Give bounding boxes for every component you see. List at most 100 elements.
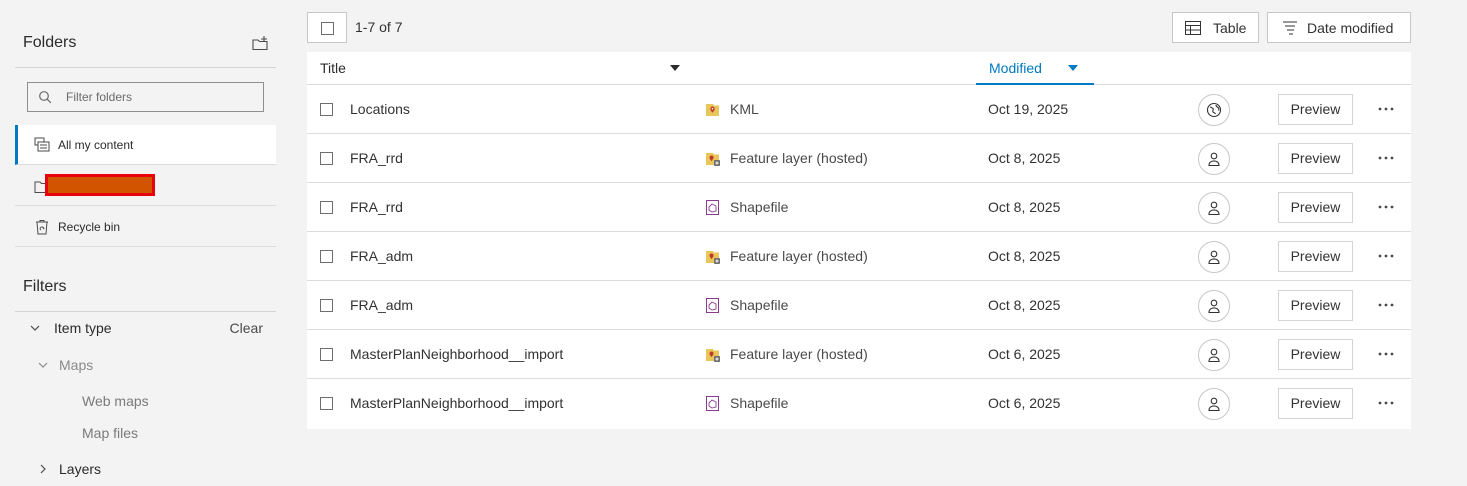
sharing-button[interactable]: [1198, 388, 1230, 420]
person-icon: [1208, 152, 1220, 167]
column-header-modified-label: Modified: [989, 60, 1042, 76]
filter-folders-input[interactable]: [66, 88, 256, 106]
preview-button[interactable]: Preview: [1278, 241, 1353, 272]
sharing-button[interactable]: [1198, 339, 1230, 371]
person-icon: [1208, 299, 1220, 314]
feature-layer-icon: [706, 349, 720, 362]
more-options-icon[interactable]: [1374, 344, 1398, 364]
item-count: 1-7 of 7: [355, 19, 403, 35]
folder-item-redacted[interactable]: [15, 166, 276, 206]
new-folder-button[interactable]: [250, 34, 270, 54]
item-modified-date: Oct 8, 2025: [988, 150, 1061, 166]
recycle-bin-icon: [36, 220, 48, 235]
item-modified-date: Oct 8, 2025: [988, 248, 1061, 264]
item-title-link[interactable]: FRA_adm: [350, 248, 413, 264]
kml-icon: [706, 104, 719, 116]
filter-web-maps[interactable]: Web maps: [15, 387, 276, 415]
item-type: Shapefile: [730, 395, 789, 411]
more-options-icon[interactable]: [1374, 246, 1398, 266]
row-checkbox[interactable]: [320, 397, 333, 410]
map-files-label: Map files: [82, 425, 139, 441]
table-row: FRA_adm Shapefile Oct 8, 2025 Preview: [307, 281, 1411, 330]
item-type: Feature layer (hosted): [730, 150, 868, 166]
shapefile-icon: [706, 396, 719, 411]
table-row: FRA_adm Feature layer (hosted) Oct 8, 2025…: [307, 232, 1411, 281]
layers-label: Layers: [59, 461, 102, 477]
table-row: FRA_rrd Shapefile Oct 8, 2025 Preview: [307, 183, 1411, 232]
content-table: Title Modified Locations KML Oct 19, 2025 P…: [307, 52, 1411, 429]
item-title-link[interactable]: Locations: [350, 101, 410, 117]
sort-icon: [1283, 21, 1297, 35]
more-options-icon[interactable]: [1374, 148, 1398, 168]
table-row: MasterPlanNeighborhood__import Shapefile O…: [307, 379, 1411, 428]
table-view-button[interactable]: Table: [1172, 12, 1259, 43]
column-header-title[interactable]: Title: [320, 60, 346, 76]
more-options-icon[interactable]: [1374, 393, 1398, 413]
item-modified-date: Oct 8, 2025: [988, 297, 1061, 313]
item-title-link[interactable]: MasterPlanNeighborhood__import: [350, 346, 563, 362]
redacted-folder-name: [45, 174, 155, 196]
preview-button[interactable]: Preview: [1278, 94, 1353, 125]
filter-map-files[interactable]: Map files: [15, 419, 276, 447]
more-options-icon[interactable]: [1374, 197, 1398, 217]
item-title-link[interactable]: MasterPlanNeighborhood__import: [350, 395, 563, 411]
sharing-button[interactable]: [1198, 94, 1230, 126]
select-all-checkbox[interactable]: [321, 22, 334, 35]
folder-item-all-content[interactable]: All my content: [15, 125, 276, 165]
feature-layer-icon: [706, 251, 720, 264]
sharing-button[interactable]: [1198, 143, 1230, 175]
table-header: Title Modified: [307, 52, 1411, 85]
person-icon: [1208, 201, 1220, 216]
clear-button[interactable]: Clear: [230, 320, 263, 336]
caret-down-icon: [1068, 65, 1078, 71]
more-options-icon[interactable]: [1374, 99, 1398, 119]
sharing-button[interactable]: [1198, 192, 1230, 224]
select-all-button[interactable]: [307, 12, 347, 43]
more-options-icon[interactable]: [1374, 295, 1398, 315]
preview-button[interactable]: Preview: [1278, 192, 1353, 223]
filters-title: Filters: [23, 278, 67, 295]
item-title-link[interactable]: FRA_adm: [350, 297, 413, 313]
item-modified-date: Oct 8, 2025: [988, 199, 1061, 215]
sidebar: Folders All my content: [15, 0, 276, 486]
folders-header: Folders: [15, 22, 276, 68]
preview-button[interactable]: Preview: [1278, 143, 1353, 174]
row-checkbox[interactable]: [320, 348, 333, 361]
preview-button[interactable]: Preview: [1278, 290, 1353, 321]
chevron-down-icon: [38, 362, 48, 368]
table-view-label: Table: [1213, 20, 1247, 36]
search-icon: [39, 91, 52, 104]
item-type: KML: [730, 101, 759, 117]
row-checkbox[interactable]: [320, 299, 333, 312]
item-modified-date: Oct 19, 2025: [988, 101, 1069, 117]
feature-layer-icon: [706, 153, 720, 166]
filters-header: Filters: [15, 270, 276, 312]
item-title-link[interactable]: FRA_rrd: [350, 150, 403, 166]
folder-label: All my content: [58, 138, 134, 152]
shapefile-icon: [706, 298, 719, 313]
filter-layers[interactable]: Layers: [15, 455, 276, 483]
preview-button[interactable]: Preview: [1278, 388, 1353, 419]
filter-item-type[interactable]: Item type Clear: [15, 314, 276, 342]
filter-maps[interactable]: Maps: [15, 351, 276, 379]
sharing-button[interactable]: [1198, 241, 1230, 273]
row-checkbox[interactable]: [320, 250, 333, 263]
item-type: Feature layer (hosted): [730, 346, 868, 362]
folders-title: Folders: [23, 34, 77, 51]
preview-button[interactable]: Preview: [1278, 339, 1353, 370]
table-row: FRA_rrd Feature layer (hosted) Oct 8, 2025…: [307, 134, 1411, 183]
filter-folders-field[interactable]: [27, 82, 264, 112]
row-checkbox[interactable]: [320, 103, 333, 116]
sort-button[interactable]: Date modified: [1267, 12, 1411, 43]
item-title-link[interactable]: FRA_rrd: [350, 199, 403, 215]
sharing-button[interactable]: [1198, 290, 1230, 322]
row-checkbox[interactable]: [320, 152, 333, 165]
table-row: Locations KML Oct 19, 2025 Preview: [307, 85, 1411, 134]
column-header-modified[interactable]: Modified: [976, 52, 1094, 85]
item-modified-date: Oct 6, 2025: [988, 395, 1061, 411]
chevron-down-icon: [30, 325, 40, 331]
maps-label: Maps: [59, 357, 94, 373]
caret-down-icon[interactable]: [670, 65, 680, 71]
row-checkbox[interactable]: [320, 201, 333, 214]
folder-item-recycle-bin[interactable]: Recycle bin: [15, 207, 276, 247]
